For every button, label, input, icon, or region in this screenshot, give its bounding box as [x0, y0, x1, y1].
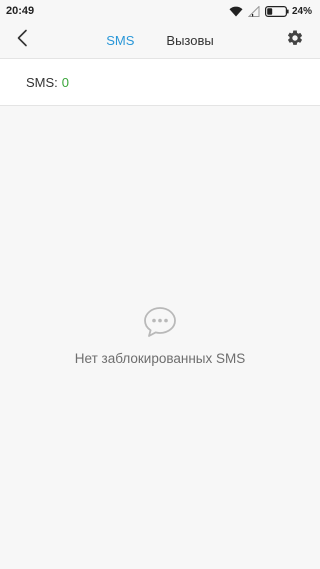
empty-message: Нет заблокированных SMS: [74, 351, 246, 366]
toolbar: SMS Вызовы: [0, 22, 320, 58]
battery-icon: [264, 5, 289, 17]
counter-value: 0: [61, 74, 70, 90]
tab-bar: SMS Вызовы: [0, 22, 320, 58]
status-bar: 20:49 24%: [0, 0, 320, 22]
battery-percent: 24%: [291, 5, 312, 17]
battery: 24%: [264, 5, 312, 17]
tab-sms[interactable]: SMS: [106, 33, 134, 48]
back-button[interactable]: [10, 28, 34, 52]
signal-icon: [247, 5, 260, 17]
status-time: 20:49: [6, 5, 35, 17]
settings-button[interactable]: [284, 29, 306, 51]
wifi-icon: [229, 6, 243, 17]
chat-bubble-icon: [143, 306, 177, 343]
empty-state: Нет заблокированных SMS: [0, 306, 320, 366]
tab-calls[interactable]: Вызовы: [166, 33, 213, 48]
chevron-left-icon: [16, 29, 28, 52]
status-icons: 24%: [229, 5, 312, 17]
sms-counter-row: SMS: 0: [0, 58, 320, 106]
gear-icon: [286, 29, 304, 52]
counter-label: SMS:: [26, 74, 58, 90]
screen: 20:49 24% SMS Вызовы SMS: 0 Нет заблокир…: [0, 0, 320, 569]
